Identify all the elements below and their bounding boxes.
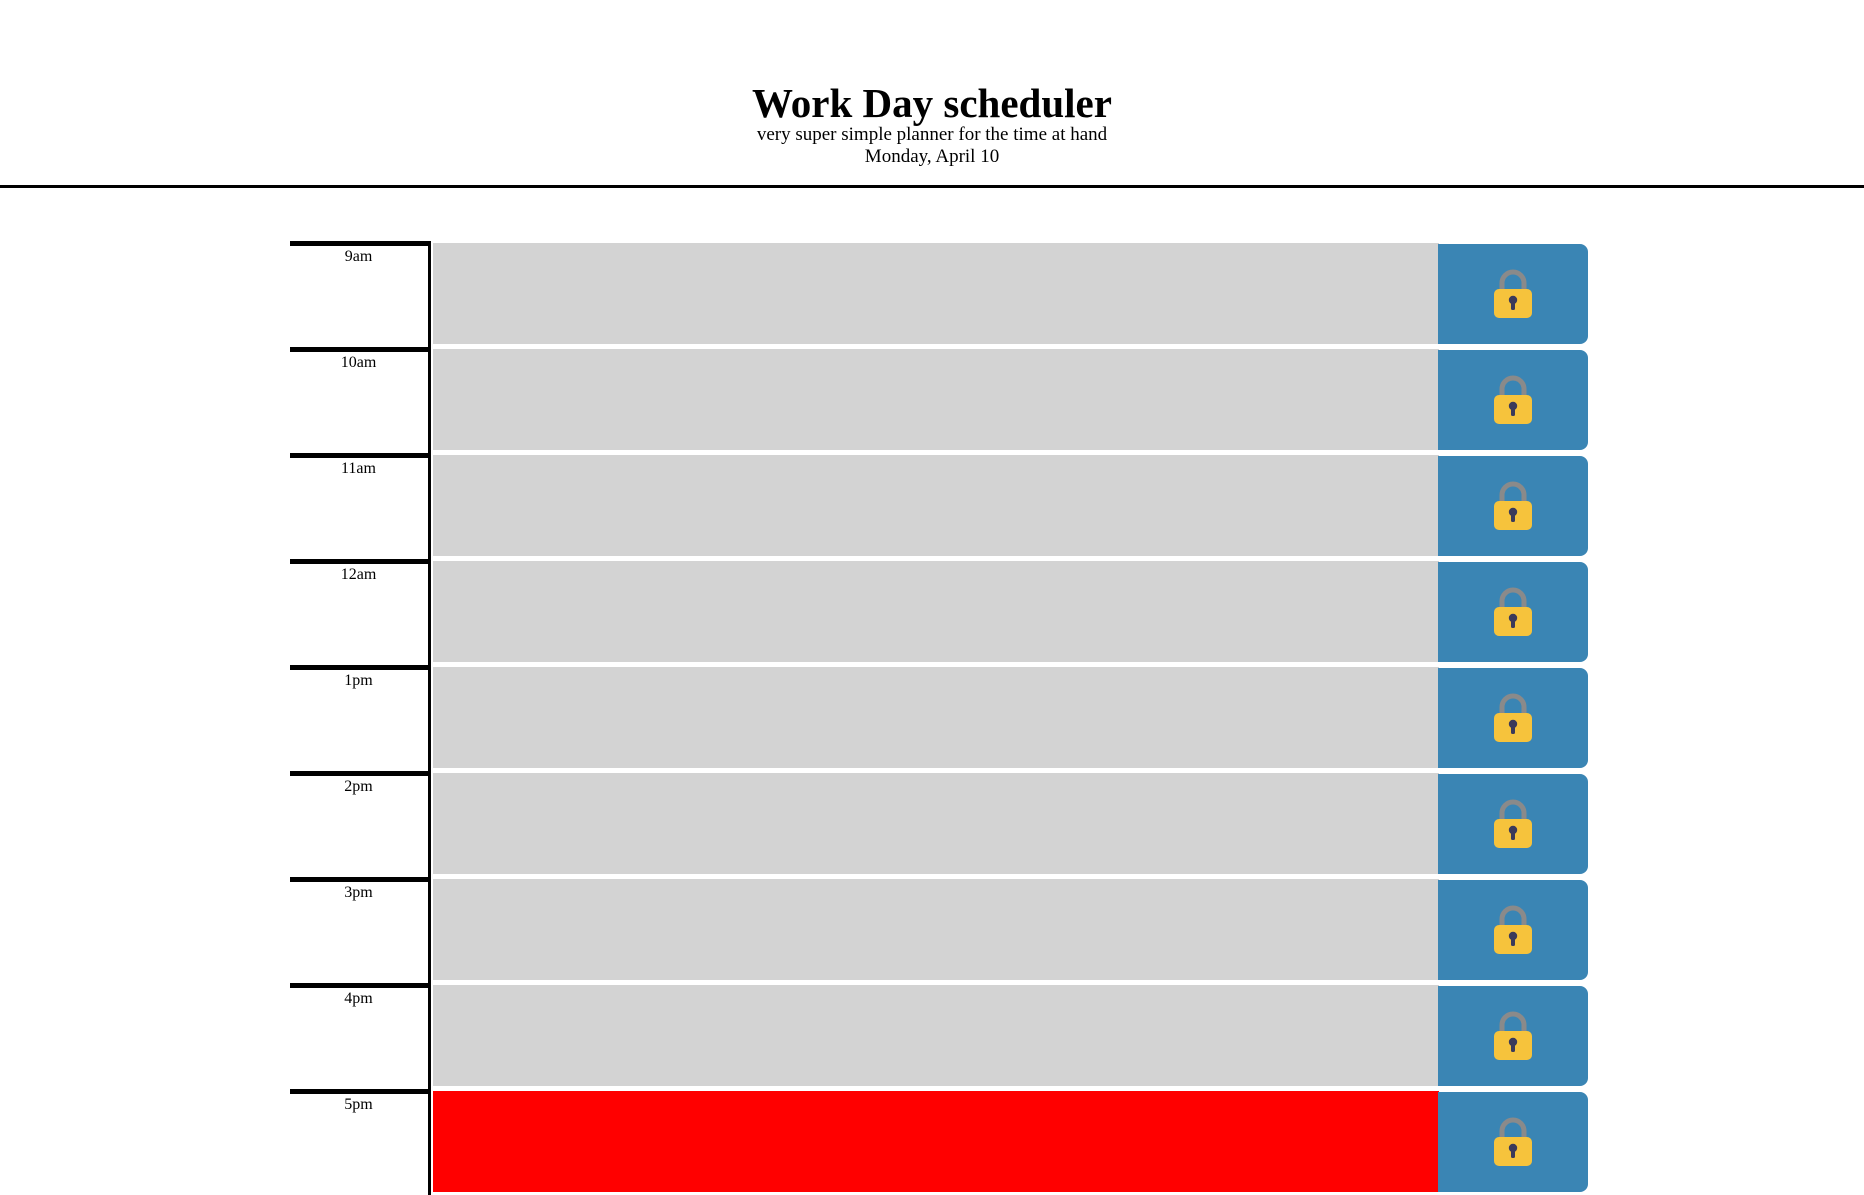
time-block-5pm: 5pm [290,1089,1588,1195]
event-description[interactable] [433,243,1439,344]
save-button[interactable] [1438,774,1588,874]
save-button[interactable] [1438,456,1588,556]
save-button[interactable] [1438,1092,1588,1192]
lock-icon [1492,375,1534,425]
event-description[interactable] [433,773,1439,874]
lock-icon [1492,481,1534,531]
save-button[interactable] [1438,244,1588,344]
lock-icon [1492,905,1534,955]
page-subtitle: very super simple planner for the time a… [756,124,1108,145]
current-day: Monday, April 10 [864,146,1000,167]
hour-label: 12am [290,559,431,665]
save-button[interactable] [1438,350,1588,450]
save-button[interactable] [1438,986,1588,1086]
lock-icon [1492,1117,1534,1167]
time-block-9am: 9am [290,241,1588,347]
time-block-1pm: 1pm [290,665,1588,771]
time-block-3pm: 3pm [290,877,1588,983]
save-button[interactable] [1438,880,1588,980]
page-title: Work Day scheduler [752,80,1112,126]
event-description[interactable] [433,985,1439,1086]
lock-icon [1492,693,1534,743]
time-block-10am: 10am [290,347,1588,453]
hour-label: 11am [290,453,431,559]
lock-icon [1492,799,1534,849]
hour-label: 4pm [290,983,431,1089]
event-description[interactable] [433,667,1439,768]
lock-icon [1492,587,1534,637]
time-block-4pm: 4pm [290,983,1588,1089]
hour-label: 3pm [290,877,431,983]
hour-label: 10am [290,347,431,453]
lock-icon [1492,269,1534,319]
hour-label: 1pm [290,665,431,771]
save-button[interactable] [1438,668,1588,768]
page-header: Work Day scheduler very super simple pla… [0,0,1864,188]
event-description[interactable] [433,455,1439,556]
hour-label: 2pm [290,771,431,877]
time-block-12am: 12am [290,559,1588,665]
hour-label: 9am [290,241,431,347]
event-description[interactable] [433,561,1439,662]
event-description[interactable] [433,879,1439,980]
event-description[interactable] [433,349,1439,450]
schedule-container: 9am 10am 11am 12am 1pm 2pm 3pm 4pm 5pm [290,241,1588,1195]
time-block-11am: 11am [290,453,1588,559]
hour-label: 5pm [290,1089,431,1195]
save-button[interactable] [1438,562,1588,662]
event-description[interactable] [433,1091,1439,1192]
lock-icon [1492,1011,1534,1061]
time-block-2pm: 2pm [290,771,1588,877]
